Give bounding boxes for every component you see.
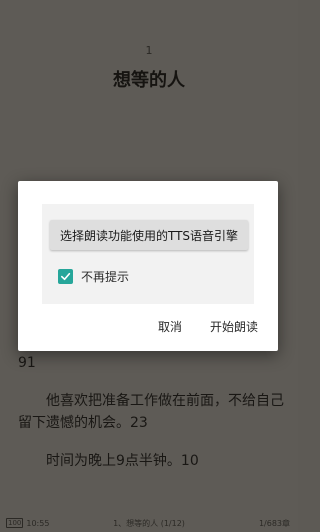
tts-dialog: 选择朗读功能使用的TTS语音引擎 不再提示 取消 开始朗读: [18, 181, 278, 351]
dont-show-again-row[interactable]: 不再提示: [58, 268, 129, 285]
page-progress: 1/683章: [258, 519, 290, 528]
chapter-number: 1: [145, 44, 153, 57]
dialog-actions: 取消 开始朗读: [158, 318, 258, 335]
reader-footer: 100 10:55 1、想等的人 (1/12) 1/683章: [0, 512, 298, 532]
start-reading-button[interactable]: 开始朗读: [210, 318, 258, 335]
checkmark-icon: [61, 272, 71, 281]
chapter-title: 想等的人: [113, 70, 185, 91]
chapter-progress: 1、想等的人 (1/12): [113, 519, 185, 528]
checkbox-checked-icon[interactable]: [58, 269, 73, 284]
dont-show-again-label: 不再提示: [81, 270, 130, 284]
dialog-content: 选择朗读功能使用的TTS语音引擎 不再提示: [42, 204, 254, 304]
paragraph: 他喜欢把准备工作做在前面，不给自己留下遗憾的机会。23: [18, 393, 284, 431]
paragraph: 91: [18, 355, 36, 371]
select-tts-engine-button[interactable]: 选择朗读功能使用的TTS语音引擎: [50, 220, 248, 250]
paragraph: 时间为晚上9点半钟。10: [46, 453, 199, 469]
cancel-button[interactable]: 取消: [158, 318, 182, 335]
